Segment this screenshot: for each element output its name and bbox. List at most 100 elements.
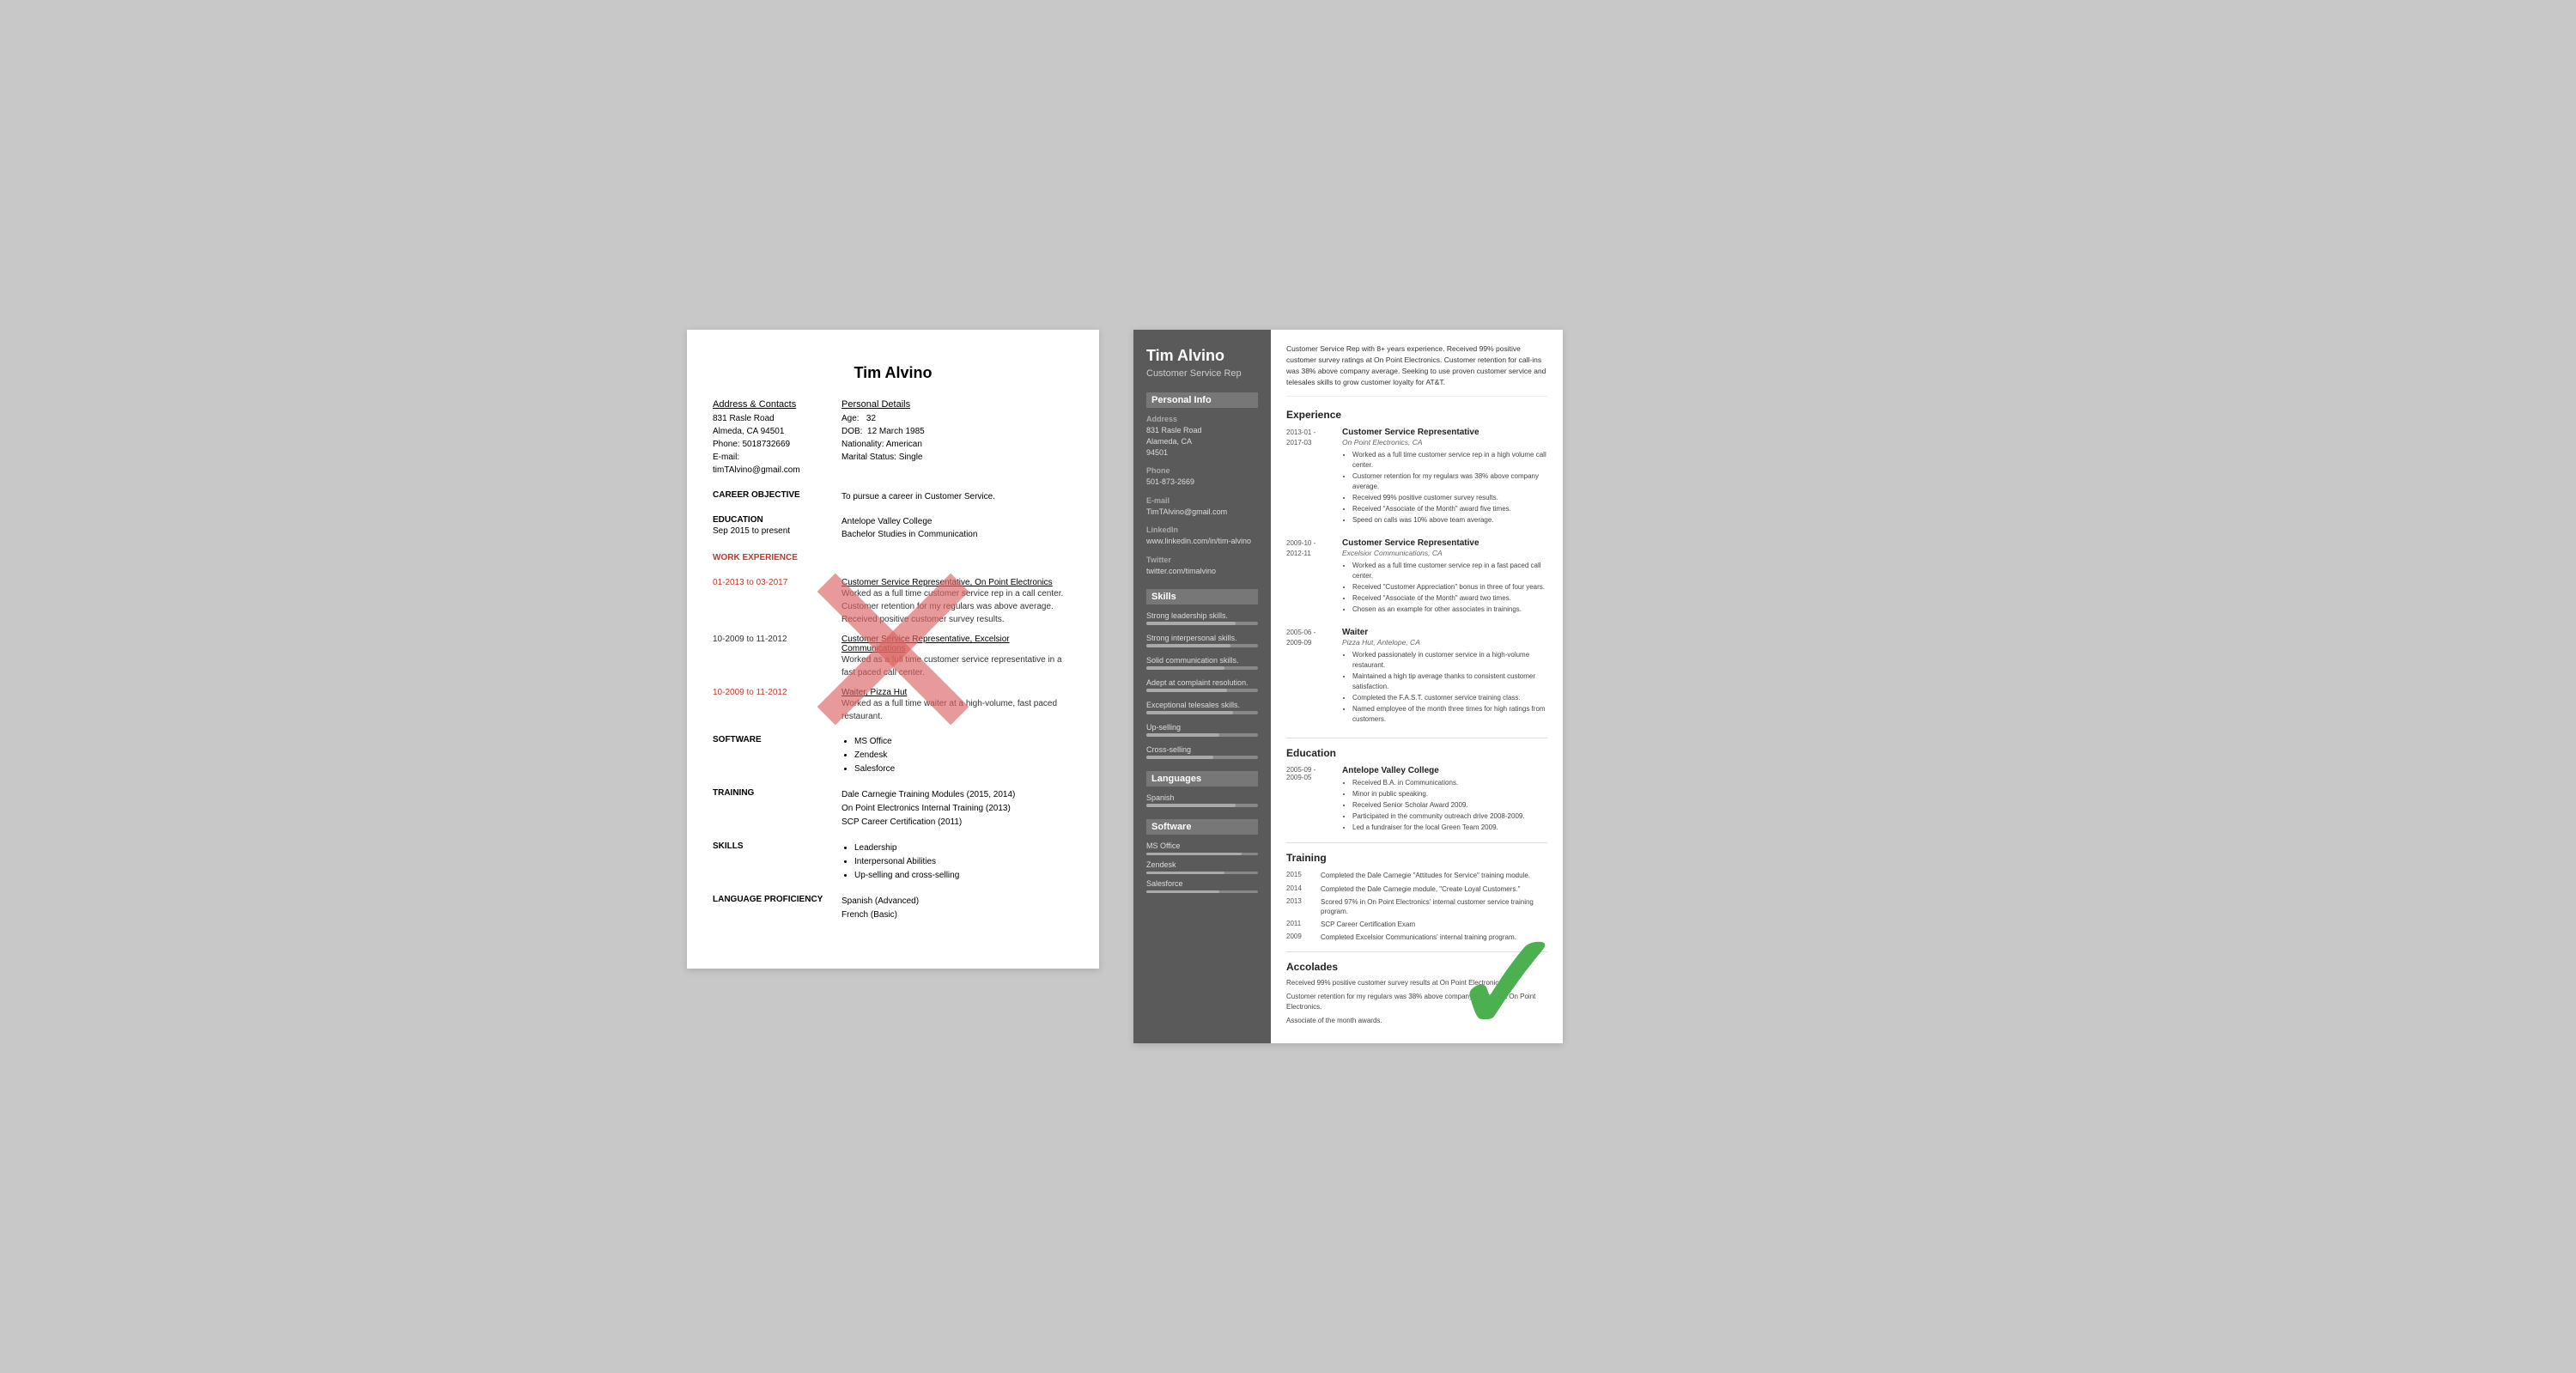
good-exp-item-2: 2009-10 -2012-11 Customer Service Repres…: [1286, 538, 1547, 616]
bad-work-dates-2: 10-2009 to 11-2012: [713, 635, 824, 679]
bad-skills-content: Leadership Interpersonal Abilities Up-se…: [841, 841, 1073, 883]
good-phone-label: Phone: [1146, 466, 1258, 475]
good-exp-dates-1: 2013-01 -2017-03: [1286, 428, 1334, 526]
good-twitter-value: twitter.com/timalvino: [1146, 566, 1258, 577]
bad-resume-name: Tim Alvino: [713, 364, 1073, 382]
bad-language-content: Spanish (Advanced) French (Basic): [841, 895, 1073, 922]
bad-work-detail-2: Customer Service Representative, Excelsi…: [841, 635, 1073, 679]
bad-career-label: CAREER OBJECTIVE: [713, 490, 824, 503]
good-accolade-2: Customer retention for my regulars was 3…: [1286, 992, 1547, 1012]
good-accolades-title: Accolades: [1286, 961, 1547, 973]
bad-work-item-2: 10-2009 to 11-2012 Customer Service Repr…: [713, 635, 1073, 679]
good-training-item-2: 2014 Completed the Dale Carnegie module,…: [1286, 884, 1547, 894]
bad-address-text: 831 Rasle Road Almeda, CA 94501 Phone: 5…: [713, 412, 824, 477]
good-exp-item-1: 2013-01 -2017-03 Customer Service Repres…: [1286, 428, 1547, 526]
good-skill-2: Strong interpersonal skills.: [1146, 634, 1258, 647]
section-divider-3: [1286, 951, 1547, 952]
bad-work-detail-3: Waiter, Pizza Hut Worked as a full time …: [841, 688, 1073, 723]
bad-career-content: To pursue a career in Customer Service.: [841, 490, 1073, 503]
good-training-title: Training: [1286, 852, 1547, 864]
bad-work-content: [841, 553, 1073, 566]
good-edu-item-1: 2005-09 -2009-05 Antelope Valley College…: [1286, 766, 1547, 834]
good-skill-3: Solid communication skills.: [1146, 656, 1258, 670]
good-exp-dates-2: 2009-10 -2012-11: [1286, 538, 1334, 616]
good-address-value: 831 Rasle RoadAlameda, CA94501: [1146, 425, 1258, 458]
good-skill-6: Up-selling: [1146, 723, 1258, 737]
good-skill-7: Cross-selling: [1146, 745, 1258, 759]
good-sidebar: Tim Alvino Customer Service Rep Personal…: [1133, 330, 1271, 1042]
good-address-field: Address 831 Rasle RoadAlameda, CA94501: [1146, 415, 1258, 458]
bad-career-section: CAREER OBJECTIVE To pursue a career in C…: [713, 490, 1073, 503]
good-skills-section: Skills Strong leadership skills. Strong …: [1146, 589, 1258, 759]
good-twitter-label: Twitter: [1146, 556, 1258, 564]
bad-personal-text: Age: 32 DOB: 12 March 1985 Nationality: …: [841, 412, 1073, 464]
good-exp-content-3: Waiter Pizza Hut, Antelope, CA Worked pa…: [1342, 628, 1547, 726]
good-languages-section: Languages Spanish: [1146, 771, 1258, 807]
good-skills-title: Skills: [1146, 589, 1258, 604]
good-education-title: Education: [1286, 747, 1547, 759]
bad-language-label: LANGUAGE PROFICIENCY: [713, 895, 824, 922]
bad-education-section: EDUCATION Sep 2015 to present Antelope V…: [713, 515, 1073, 541]
bad-personal-col: Personal Details Age: 32 DOB: 12 March 1…: [841, 399, 1073, 477]
good-phone-value: 501-873-2669: [1146, 477, 1258, 488]
bad-language-section: LANGUAGE PROFICIENCY Spanish (Advanced) …: [713, 895, 1073, 922]
good-lang-spanish: Spanish: [1146, 793, 1258, 802]
good-training-item-3: 2013 Scored 97% in On Point Electronics'…: [1286, 897, 1547, 916]
bad-education-label: EDUCATION Sep 2015 to present: [713, 515, 824, 541]
good-accolade-1: Received 99% positive customer survey re…: [1286, 978, 1547, 988]
good-linkedin-label: LinkedIn: [1146, 526, 1258, 534]
page-container: Tim Alvino Address & Contacts 831 Rasle …: [687, 330, 1889, 1042]
bad-work-item-1: 01-2013 to 03-2017 Customer Service Repr…: [713, 578, 1073, 626]
good-email-label: E-mail: [1146, 496, 1258, 505]
good-software-msoffice: MS Office: [1146, 841, 1258, 850]
good-software-title: Software: [1146, 819, 1258, 835]
good-skill-5: Exceptional telesales skills.: [1146, 701, 1258, 714]
good-languages-title: Languages: [1146, 771, 1258, 787]
good-exp-dates-3: 2005-06 -2009-09: [1286, 628, 1334, 726]
bad-address-title: Address & Contacts: [713, 399, 824, 410]
good-phone-field: Phone 501-873-2669: [1146, 466, 1258, 488]
good-personal-info-title: Personal Info: [1146, 392, 1258, 408]
good-exp-content-1: Customer Service Representative On Point…: [1342, 428, 1547, 526]
bad-software-content: MS Office Zendesk Salesforce: [841, 735, 1073, 776]
bad-training-label: TRAINING: [713, 788, 824, 829]
good-edu-content-1: Antelope Valley College Received B.A. in…: [1342, 766, 1547, 834]
good-summary: Customer Service Rep with 8+ years exper…: [1286, 343, 1547, 397]
good-training-item-5: 2009 Completed Excelsior Communications'…: [1286, 933, 1547, 942]
good-email-field: E-mail TimTAlvino@gmail.com: [1146, 496, 1258, 518]
good-training-item-1: 2015 Completed the Dale Carnegie "Attitu…: [1286, 871, 1547, 880]
good-twitter-field: Twitter twitter.com/timalvino: [1146, 556, 1258, 577]
good-exp-item-3: 2005-06 -2009-09 Waiter Pizza Hut, Antel…: [1286, 628, 1547, 726]
bad-software-label: SOFTWARE: [713, 735, 824, 776]
good-software-zendesk: Zendesk: [1146, 860, 1258, 869]
bad-skills-section: SKILLS Leadership Interpersonal Abilitie…: [713, 841, 1073, 883]
good-address-label: Address: [1146, 415, 1258, 423]
good-software-section: Software MS Office Zendesk Salesforce: [1146, 819, 1258, 893]
good-experience-title: Experience: [1286, 409, 1547, 421]
good-linkedin-field: LinkedIn www.linkedin.com/in/tim-alvino: [1146, 526, 1258, 547]
good-resume: Tim Alvino Customer Service Rep Personal…: [1133, 330, 1563, 1042]
bad-education-content: Antelope Valley College Bachelor Studies…: [841, 515, 1073, 541]
good-skill-1: Strong leadership skills.: [1146, 611, 1258, 625]
bad-training-content: Dale Carnegie Training Modules (2015, 20…: [841, 788, 1073, 829]
good-email-value: TimTAlvino@gmail.com: [1146, 507, 1258, 518]
bad-resume: Tim Alvino Address & Contacts 831 Rasle …: [687, 330, 1099, 969]
bad-address-col: Address & Contacts 831 Rasle Road Almeda…: [713, 399, 824, 477]
bad-work-dates-1: 01-2013 to 03-2017: [713, 578, 824, 626]
section-divider-2: [1286, 842, 1547, 843]
good-resume-title: Customer Service Rep: [1146, 368, 1258, 379]
bad-software-section: SOFTWARE MS Office Zendesk Salesforce: [713, 735, 1073, 776]
good-main-content: Customer Service Rep with 8+ years exper…: [1271, 330, 1563, 1042]
bad-work-dates-3: 10-2009 to 11-2012: [713, 688, 824, 723]
good-skill-4: Adept at complaint resolution.: [1146, 678, 1258, 692]
bad-skills-label: SKILLS: [713, 841, 824, 883]
bad-header-section: Address & Contacts 831 Rasle Road Almeda…: [713, 399, 1073, 477]
bad-work-label: WORK EXPERIENCE: [713, 553, 824, 566]
good-resume-name: Tim Alvino: [1146, 347, 1258, 365]
good-personal-section: Personal Info Address 831 Rasle RoadAlam…: [1146, 392, 1258, 576]
good-edu-dates-1: 2005-09 -2009-05: [1286, 766, 1334, 834]
good-exp-content-2: Customer Service Representative Excelsio…: [1342, 538, 1547, 616]
good-software-salesforce: Salesforce: [1146, 879, 1258, 888]
bad-training-section: TRAINING Dale Carnegie Training Modules …: [713, 788, 1073, 829]
good-training-item-4: 2011 SCP Career Certification Exam: [1286, 920, 1547, 929]
